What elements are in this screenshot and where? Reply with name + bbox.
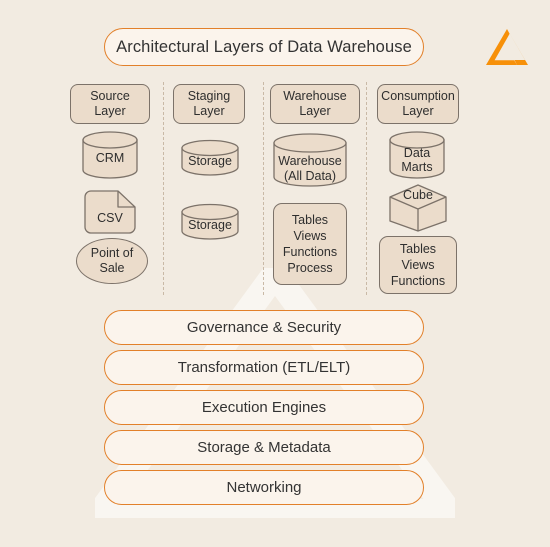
column-header-line2: Layer [193, 104, 225, 118]
node-data-marts[interactable]: Data Marts [389, 131, 445, 179]
layer-bar-label: Execution Engines [201, 399, 327, 416]
column-divider-1 [163, 82, 164, 295]
column-header-consumption-layer: Consumption Layer [377, 84, 459, 124]
column-header-line1: Staging [187, 89, 231, 103]
layer-bar-label: Governance & Security [186, 319, 342, 336]
node-csv[interactable]: CSV [84, 190, 136, 234]
layer-bar-execution-engines[interactable]: Execution Engines [104, 390, 424, 425]
layer-bar-storage-metadata[interactable]: Storage & Metadata [104, 430, 424, 465]
node-point-of-sale[interactable]: Point of Sale [76, 238, 148, 284]
node-warehouse-objects-line2: Views [293, 229, 327, 243]
column-header-source-layer: Source Layer [70, 84, 150, 124]
column-divider-2 [263, 82, 264, 295]
node-point-of-sale-label-line1: Point of [90, 246, 134, 260]
layer-bar-label: Transformation (ETL/ELT) [177, 359, 351, 376]
node-cube[interactable]: Cube [388, 183, 448, 233]
column-header-line2: Layer [402, 104, 434, 118]
node-crm[interactable]: CRM [82, 131, 138, 179]
diagram-canvas: Architectural Layers of Data Warehouse S… [0, 0, 550, 547]
page-title-label: Architectural Layers of Data Warehouse [116, 37, 412, 56]
node-staging-storage-1[interactable]: Storage [181, 139, 239, 176]
triangle-logo-icon [486, 29, 528, 65]
column-header-line1: Source [90, 89, 130, 103]
node-staging-storage-2[interactable]: Storage [181, 203, 239, 240]
layer-bar-governance-security[interactable]: Governance & Security [104, 310, 424, 345]
node-consumption-objects-line2: Views [401, 258, 435, 272]
layer-bar-label: Storage & Metadata [197, 439, 331, 456]
node-consumption-objects[interactable]: Tables Views Functions [379, 236, 457, 294]
page-title: Architectural Layers of Data Warehouse [104, 28, 424, 66]
node-warehouse-objects-line1: Tables [291, 213, 329, 227]
node-warehouse-objects-line3: Functions [282, 245, 338, 259]
layer-bar-label: Networking [226, 479, 302, 496]
node-consumption-objects-line1: Tables [399, 242, 437, 256]
column-header-line2: Layer [94, 104, 126, 118]
layer-bar-transformation[interactable]: Transformation (ETL/ELT) [104, 350, 424, 385]
column-header-line2: Layer [299, 104, 331, 118]
node-warehouse-objects[interactable]: Tables Views Functions Process [273, 203, 347, 285]
layer-bar-networking[interactable]: Networking [104, 470, 424, 505]
column-header-staging-layer: Staging Layer [173, 84, 245, 124]
node-warehouse-all-data[interactable]: Warehouse (All Data) [273, 133, 347, 187]
column-header-line1: Warehouse [283, 89, 347, 103]
node-point-of-sale-label-line2: Sale [99, 261, 125, 275]
column-header-line1: Consumption [381, 89, 455, 103]
node-warehouse-objects-line4: Process [287, 261, 333, 275]
column-divider-3 [366, 82, 367, 295]
column-header-warehouse-layer: Warehouse Layer [270, 84, 360, 124]
node-consumption-objects-line3: Functions [390, 274, 446, 288]
